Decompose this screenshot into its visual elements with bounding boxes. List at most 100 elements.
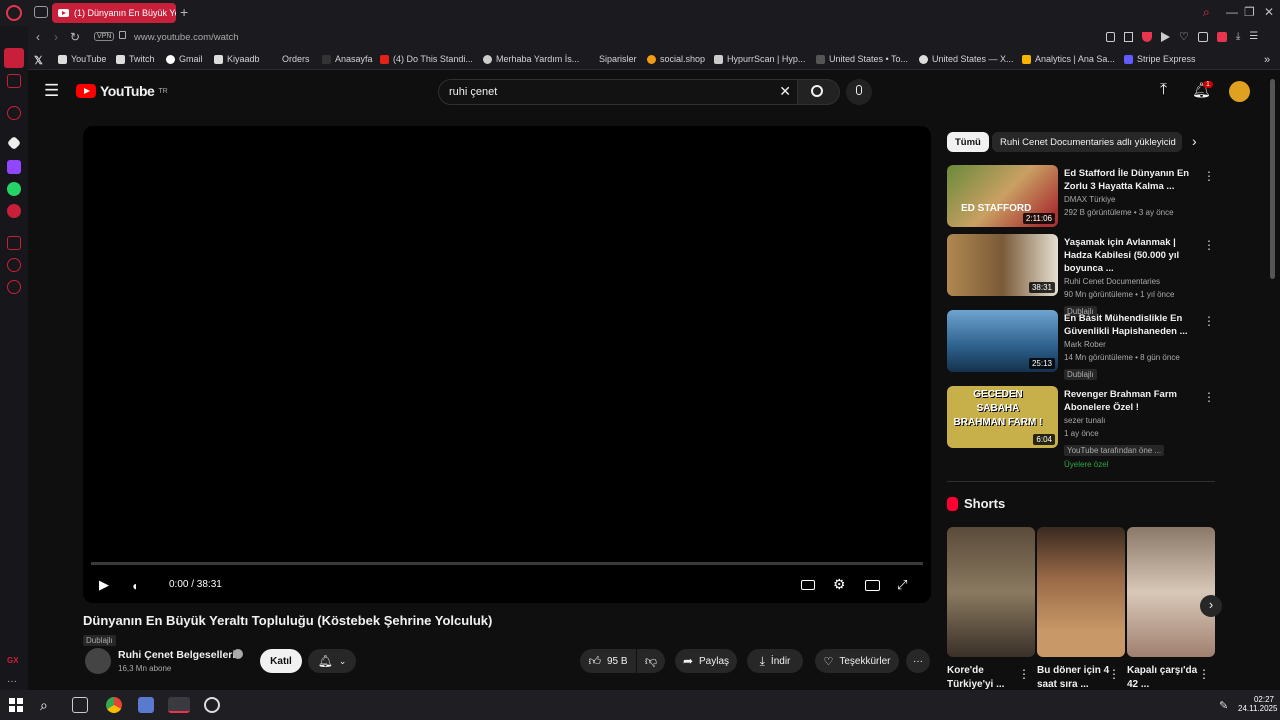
task-view-icon[interactable] [72,697,88,713]
thumbnail[interactable]: GECEDEN SABAHA BRAHMAN FARM ! 6:04 [947,386,1058,448]
pocket-icon[interactable] [1142,32,1152,42]
join-button[interactable]: Katıl [260,649,302,673]
back-icon[interactable]: ‹ [36,30,40,44]
play-icon[interactable]: ▶ [99,577,109,593]
like-button[interactable]: 👍︎ 95 B [580,649,636,673]
vpn-badge[interactable]: VPN [94,32,115,41]
download-icon[interactable]: ⤓ [1236,32,1240,42]
bookmark-twitch[interactable]: Twitch [116,54,155,64]
recommendation-item[interactable]: 25:13 En Basit Mühendislikle En Güvenlik… [947,310,1215,380]
short-thumbnail[interactable] [1037,527,1125,657]
bookmark-kiyaadb[interactable]: Kiyaadb [214,54,260,64]
hamburger-menu-icon[interactable]: ☰ [44,81,59,101]
bookmark-youtube[interactable]: YouTube [58,54,106,64]
bookmark-anasayfa[interactable]: Anasayfa [322,54,373,64]
video-player[interactable]: ▶ ◖ 0:00 / 38:31 ⚙ ⤢ [83,126,931,603]
recommendation-item[interactable]: ED STAFFORD 2:11:06 Ed Stafford İle Düny… [947,165,1215,229]
more-bookmarks-icon[interactable]: » [1264,54,1270,66]
settings-gear-icon[interactable]: ⚙ [833,576,846,593]
app-icon[interactable] [204,697,220,713]
heart-icon[interactable]: ♡ [1179,32,1189,43]
more-vert-icon[interactable]: ⋮ [1018,667,1030,681]
progress-bar[interactable] [91,562,923,565]
share-button[interactable]: ➦ Paylaş [675,649,737,673]
recommendation-item[interactable]: 38:31 Yaşamak için Avlanmak | Hadza Kabi… [947,234,1215,317]
short-caption[interactable]: Kore'de Türkiye'yi ... [947,664,1023,690]
bookmark-siparisler[interactable]: Siparisler [586,54,637,64]
search-icon[interactable]: ⌕ [40,697,56,713]
maximize-icon[interactable]: ❐ [1244,5,1255,19]
more-vert-icon[interactable]: ⋮ [1108,667,1120,681]
easy-setup-icon[interactable]: ☰ [1249,32,1258,42]
pin-icon[interactable] [1106,32,1115,42]
pen-icon[interactable]: ✎ [1219,699,1228,712]
search-tabs-icon[interactable]: ⌕ [1203,5,1210,20]
channel-avatar[interactable] [85,648,111,674]
dislike-button[interactable]: 👎︎ [637,649,665,673]
bookmark-orders[interactable]: Orders [269,54,310,64]
extensions-icon[interactable] [1197,32,1208,42]
search-button[interactable] [798,79,840,105]
fullscreen-icon[interactable]: ⤢ [897,577,907,593]
recommendation-item[interactable]: GECEDEN SABAHA BRAHMAN FARM ! 6:04 Reven… [947,386,1215,469]
more-vert-icon[interactable]: ⋮ [1203,314,1215,328]
history-icon[interactable] [7,258,21,272]
thumbnail[interactable]: 38:31 [947,234,1058,296]
close-window-icon[interactable]: ✕ [1264,5,1274,19]
active-tab[interactable]: (1) Dünyanın En Büyük Yer [52,3,176,23]
opera-menu-icon[interactable] [6,5,22,21]
voice-search-button[interactable] [846,79,872,105]
bookmark-gmail[interactable]: Gmail [166,54,203,64]
more-vert-icon[interactable]: ⋮ [1198,667,1210,681]
refresh-icon[interactable] [7,106,21,120]
more-actions-button[interactable]: ··· [906,649,930,673]
thumbnail[interactable]: ED STAFFORD 2:11:06 [947,165,1058,227]
calculator-icon[interactable] [138,697,154,713]
bookmark-united-states-2[interactable]: United States — X... [919,54,1014,64]
thanks-button[interactable]: ♡ Teşekkürler [815,649,899,673]
music-icon[interactable] [7,204,21,218]
subtitles-icon[interactable] [801,580,815,590]
more-vert-icon[interactable]: ⋮ [1203,238,1215,252]
bookmark-analytics[interactable]: Analytics | Ana Sa... [1022,54,1115,64]
start-icon[interactable] [8,697,24,713]
download-button[interactable]: ⤓ İndir [747,649,803,673]
x-bookmark-icon[interactable]: 𝕏 [34,54,43,67]
upload-icon[interactable]: ⤒ [1160,81,1167,99]
short-caption[interactable]: Bu döner için 4 saat sıra ... [1037,664,1113,690]
clock[interactable]: 02:27 24.11.2025 [1238,695,1277,713]
youtube-logo[interactable]: YouTube TR [76,83,168,99]
short-thumbnail[interactable] [947,527,1035,657]
page-scrollbar[interactable] [1270,79,1275,279]
url-field[interactable]: www.youtube.com/watch [134,32,239,43]
shorts-next-button[interactable]: › [1200,595,1222,617]
theater-mode-icon[interactable] [865,580,880,591]
send-icon[interactable] [1161,32,1170,42]
chrome-icon[interactable] [106,697,122,713]
short-thumbnail[interactable] [1127,527,1215,657]
bookmark-merhaba[interactable]: Merhaba Yardım İs... [483,54,579,64]
channel-name[interactable]: Ruhi Çenet Belgeselleri [118,649,235,661]
wallet-icon[interactable] [7,236,21,250]
twitch-icon[interactable] [7,160,21,174]
tab-switcher-icon[interactable] [34,6,48,18]
bookmark-do-this[interactable]: (4) Do This Standi... [380,54,473,64]
bookmark-hypurrscan[interactable]: HypurrScan | Hyp... [714,54,805,64]
gx-icon[interactable]: GX [7,656,21,670]
reload-icon[interactable]: ↻ [70,30,80,44]
password-icon[interactable] [1216,32,1227,42]
search-input[interactable]: ruhi çenet ✕ [438,79,798,105]
new-tab-icon[interactable]: + [180,4,188,20]
home-icon[interactable] [4,48,24,68]
whatsapp-icon[interactable] [7,182,21,196]
more-vert-icon[interactable]: ⋮ [1203,390,1215,404]
subscribed-bell-button[interactable]: 🔔︎ ⌄ [308,649,356,673]
more-vert-icon[interactable]: ⋮ [1203,169,1215,183]
snapshot-icon[interactable] [1124,32,1133,42]
short-caption[interactable]: Kapalı çarşı'da 42 ... [1127,664,1203,690]
chip-all[interactable]: Tümü [947,132,989,152]
clear-search-icon[interactable]: ✕ [779,83,791,100]
gaming-icon[interactable] [7,74,21,88]
avatar[interactable] [1229,81,1250,102]
bookmark-stripe[interactable]: Stripe Express [1124,54,1196,64]
